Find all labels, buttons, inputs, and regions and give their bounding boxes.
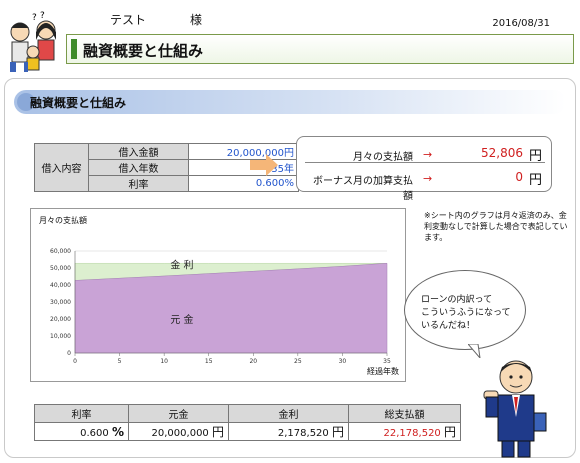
loan-amount-label: 借入金額 bbox=[88, 143, 189, 160]
payment-result-box: 月々の支払額 → 52,806 円 ボーナス月の加算支払額 → 0 円 bbox=[296, 136, 552, 202]
summary-interest-value: 2,178,520 円 bbox=[228, 422, 349, 441]
summary-header-principal: 元金 bbox=[128, 404, 229, 423]
label-principal: 元 金 bbox=[170, 313, 193, 326]
summary-principal-value: 20,000,000 円 bbox=[128, 422, 229, 441]
loan-years-label: 借入年数 bbox=[88, 159, 189, 176]
bonus-payment-label: ボーナス月の加算支払額 bbox=[313, 176, 413, 202]
x-tick-label: 5 bbox=[118, 358, 122, 365]
summary-table: 利率 元金 金利 総支払額 0.600 % 20,000,000 円 2,178… bbox=[34, 404, 461, 441]
summary-header-row: 利率 元金 金利 総支払額 bbox=[34, 404, 461, 423]
y-tick-label: 50,000 bbox=[50, 265, 71, 272]
label-interest: 金 利 bbox=[170, 259, 193, 272]
y-tick-label: 10,000 bbox=[50, 333, 71, 340]
monthly-payment-row: 月々の支払額 → 52,806 円 bbox=[305, 145, 545, 164]
summary-total-value: 22,178,520 円 bbox=[348, 422, 461, 441]
bonus-payment-value: 0 bbox=[515, 170, 523, 184]
y-tick-label: 0 bbox=[67, 350, 71, 357]
bonus-payment-unit: 円 bbox=[529, 173, 543, 188]
businessman-illustration bbox=[480, 355, 550, 459]
title-marker bbox=[71, 39, 77, 59]
summary-header-total: 総支払額 bbox=[348, 404, 461, 423]
payment-chart: 月々の支払額 0 10,000 20,000 30,000 40,000 50,000 60… bbox=[30, 208, 406, 382]
summary-value-row: 0.600 % 20,000,000 円 2,178,520 円 22,178,… bbox=[34, 422, 461, 441]
arrow-icon: → bbox=[423, 148, 433, 161]
speech-bubble-text: ローンの内訳って こういうふうになって いるんだね！ bbox=[421, 295, 511, 331]
x-tick-label: 25 bbox=[294, 358, 302, 365]
report-date: 2016/08/31 bbox=[492, 18, 550, 29]
summary-rate-value: 0.600 % bbox=[34, 422, 129, 441]
monthly-payment-label: 月々の支払額 bbox=[353, 152, 413, 163]
x-axis-label: 経過年数 bbox=[367, 367, 399, 376]
monthly-payment-unit: 円 bbox=[529, 149, 543, 164]
loan-group-label: 借入内容 bbox=[34, 143, 89, 192]
page-title-bar: 融資概要と仕組み bbox=[66, 34, 574, 64]
x-tick-label: 20 bbox=[249, 358, 257, 365]
page-title: 融資概要と仕組み bbox=[83, 42, 204, 60]
section-header: 融資概要と仕組み bbox=[14, 90, 566, 114]
monthly-payment-value: 52,806 bbox=[481, 146, 523, 160]
speech-bubble: ローンの内訳って こういうふうになって いるんだね！ bbox=[404, 270, 526, 350]
honorific: 様 bbox=[190, 13, 203, 27]
chart-plot: 0 10,000 20,000 30,000 40,000 50,000 60,000 0 5 1… bbox=[50, 248, 391, 365]
y-tick-label: 40,000 bbox=[50, 282, 71, 289]
x-tick-label: 10 bbox=[160, 358, 168, 365]
x-tick-label: 0 bbox=[73, 358, 77, 365]
summary-header-interest: 金利 bbox=[228, 404, 349, 423]
arrow-icon: → bbox=[423, 172, 433, 185]
y-tick-label: 60,000 bbox=[50, 248, 71, 255]
y-tick-label: 20,000 bbox=[50, 316, 71, 323]
svg-text:?: ? bbox=[40, 11, 45, 21]
svg-text:?: ? bbox=[32, 13, 37, 23]
summary-header-rate: 利率 bbox=[34, 404, 129, 423]
y-tick-label: 30,000 bbox=[50, 299, 71, 306]
section-title: 融資概要と仕組み bbox=[30, 96, 127, 110]
loan-amount-value[interactable]: 20,000,000円 bbox=[188, 143, 299, 160]
customer-name: テスト bbox=[110, 13, 147, 27]
loan-years-value[interactable]: 35年 bbox=[188, 159, 299, 176]
interest-rate-label: 利率 bbox=[88, 175, 189, 192]
x-tick-label: 35 bbox=[383, 358, 391, 365]
bonus-payment-row: ボーナス月の加算支払額 → 0 円 bbox=[305, 169, 545, 202]
interest-rate-value[interactable]: 0.600% bbox=[188, 175, 299, 192]
x-tick-label: 15 bbox=[205, 358, 213, 365]
family-illustration: ? ? bbox=[6, 10, 62, 74]
chart-note: ※シート内のグラフは月々返済のみ、金利変動なしで計算した場合で表記しています。 bbox=[424, 211, 568, 242]
x-tick-label: 30 bbox=[339, 358, 347, 365]
